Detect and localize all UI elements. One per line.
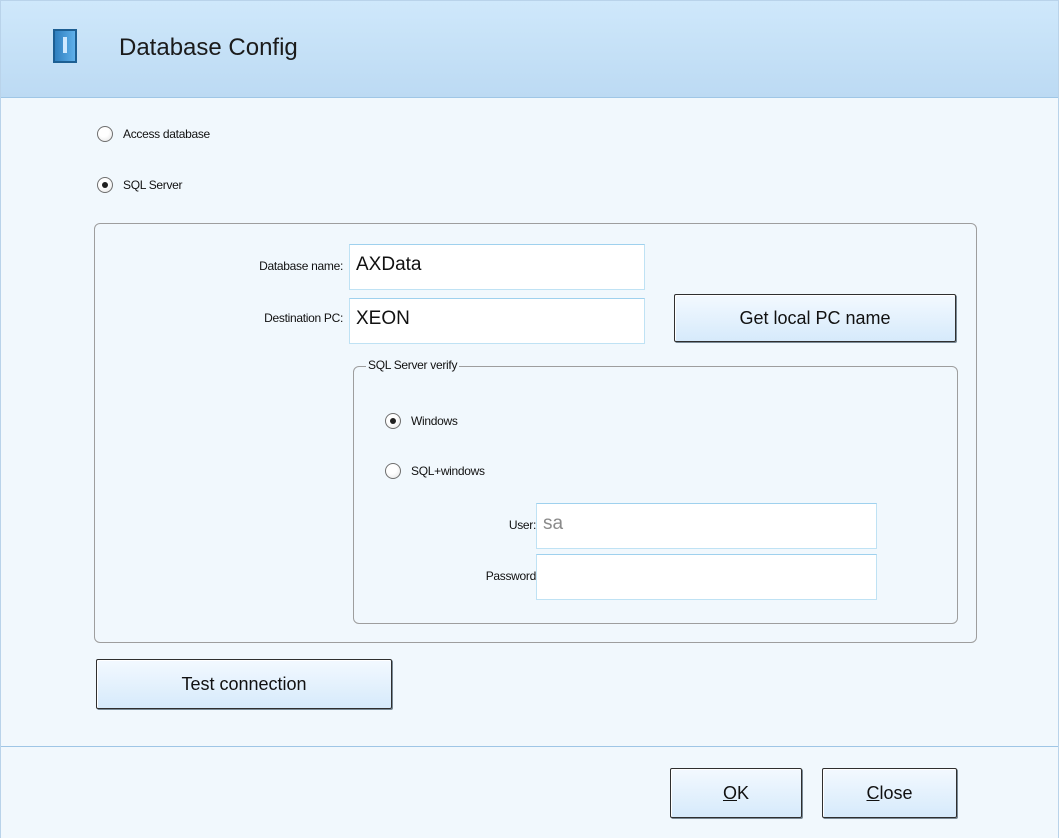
- close-mnemonic: C: [866, 782, 880, 803]
- radio-button-sql-windows[interactable]: [385, 463, 401, 479]
- database-name-input[interactable]: AXData: [349, 244, 645, 290]
- ok-label-rest: K: [737, 782, 750, 803]
- radio-button-access[interactable]: [97, 126, 113, 142]
- radio-access-database[interactable]: Access database: [97, 126, 210, 142]
- sql-server-verify-legend: SQL Server verify: [366, 358, 460, 372]
- radio-label-access: Access database: [123, 127, 210, 141]
- password-label: Password: [485, 569, 537, 583]
- user-label: User:: [508, 518, 536, 532]
- database-name-label: Database name:: [259, 259, 343, 273]
- window-title: Database Config: [119, 34, 298, 61]
- destination-pc-input[interactable]: XEON: [349, 298, 645, 344]
- radio-label-windows: Windows: [411, 414, 458, 428]
- radio-label-sql-server: SQL Server: [123, 178, 183, 192]
- radio-button-windows[interactable]: [385, 413, 401, 429]
- destination-pc-label: Destination PC:: [264, 311, 343, 325]
- radio-button-sql-server[interactable]: [97, 177, 113, 193]
- radio-windows-auth[interactable]: Windows: [385, 413, 458, 429]
- title-bar: Database Config: [1, 1, 1058, 98]
- close-button[interactable]: Close: [822, 768, 957, 818]
- test-connection-button[interactable]: Test connection: [96, 659, 392, 709]
- radio-sql-server[interactable]: SQL Server: [97, 177, 183, 193]
- radio-sql-windows-auth[interactable]: SQL+windows: [385, 463, 485, 479]
- password-input[interactable]: [536, 554, 877, 600]
- radio-label-sql-windows: SQL+windows: [411, 464, 485, 478]
- ok-button[interactable]: OK: [670, 768, 802, 818]
- ok-mnemonic: O: [722, 782, 737, 803]
- database-config-window: Database Config Access database SQL Serv…: [0, 0, 1059, 838]
- door-icon: [53, 29, 77, 63]
- get-local-pc-name-button[interactable]: Get local PC name: [674, 294, 956, 342]
- user-input[interactable]: sa: [536, 503, 877, 549]
- close-label-rest: lose: [879, 782, 913, 803]
